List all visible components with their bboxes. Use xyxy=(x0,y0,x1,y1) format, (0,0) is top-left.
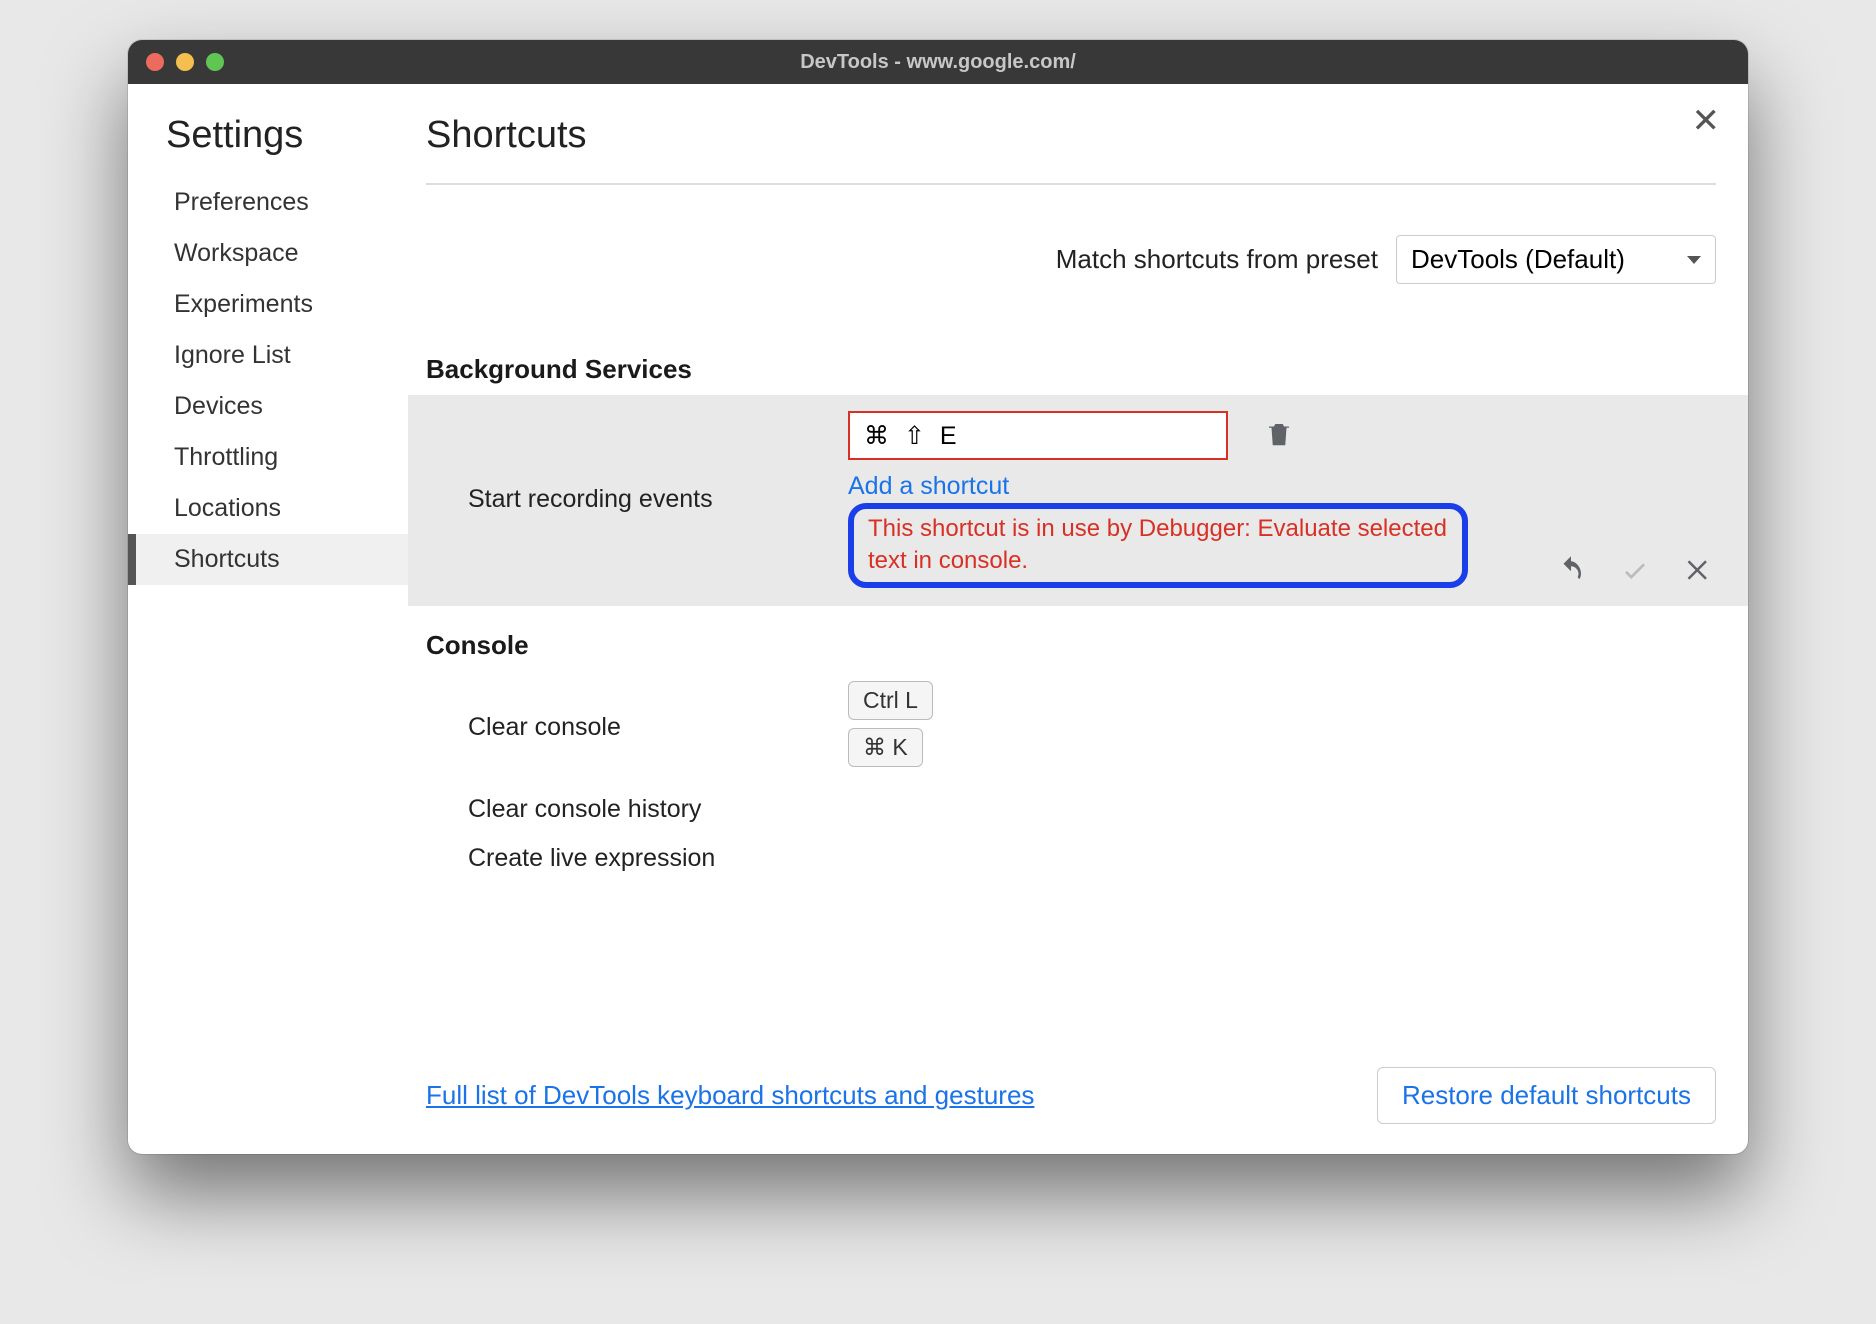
sidebar-item-shortcuts[interactable]: Shortcuts xyxy=(128,534,408,585)
settings-sidebar: Settings Preferences Workspace Experimen… xyxy=(128,84,408,1154)
action-label-clear-history: Clear console history xyxy=(468,795,848,824)
traffic-lights xyxy=(146,53,224,71)
undo-icon xyxy=(1556,573,1586,588)
section-header-console: Console xyxy=(426,630,1716,661)
restore-defaults-button[interactable]: Restore default shortcuts xyxy=(1377,1067,1716,1124)
close-icon xyxy=(1684,573,1714,588)
action-label-start-recording: Start recording events xyxy=(468,485,848,514)
titlebar: DevTools - www.google.com/ xyxy=(128,40,1748,84)
sidebar-item-preferences[interactable]: Preferences xyxy=(128,177,408,228)
action-row-create-live-expression[interactable]: Create live expression xyxy=(426,834,1716,883)
cancel-button[interactable] xyxy=(1682,553,1716,590)
window-minimize-button[interactable] xyxy=(176,53,194,71)
sidebar-item-throttling[interactable]: Throttling xyxy=(128,432,408,483)
check-icon xyxy=(1620,573,1650,588)
sidebar-item-workspace[interactable]: Workspace xyxy=(128,228,408,279)
revert-button[interactable] xyxy=(1554,553,1588,590)
shortcut-chips: Ctrl L ⌘ K xyxy=(848,681,941,775)
window-title: DevTools - www.google.com/ xyxy=(128,51,1748,74)
preset-value: DevTools (Default) xyxy=(1411,244,1625,274)
close-settings-button[interactable]: ✕ xyxy=(1692,104,1721,138)
sidebar-title: Settings xyxy=(128,114,408,177)
preset-select[interactable]: DevTools (Default) xyxy=(1396,235,1716,284)
preset-row: Match shortcuts from preset DevTools (De… xyxy=(426,235,1716,284)
sidebar-item-ignore-list[interactable]: Ignore List xyxy=(128,330,408,381)
sidebar-item-devices[interactable]: Devices xyxy=(128,381,408,432)
shortcut-chip: ⌘ K xyxy=(848,728,923,767)
chevron-down-icon xyxy=(1687,256,1701,264)
section-header-background-services: Background Services xyxy=(426,354,1716,385)
action-label-clear-console: Clear console xyxy=(468,713,848,742)
window-maximize-button[interactable] xyxy=(206,53,224,71)
preset-label: Match shortcuts from preset xyxy=(1056,244,1378,275)
shortcut-input[interactable] xyxy=(848,411,1228,460)
page-title: Shortcuts xyxy=(426,114,1716,185)
delete-shortcut-button[interactable] xyxy=(1260,415,1298,456)
action-row-clear-history[interactable]: Clear console history xyxy=(426,785,1716,834)
devtools-window: DevTools - www.google.com/ ✕ Settings Pr… xyxy=(128,40,1748,1154)
action-label-create-live-expression: Create live expression xyxy=(468,844,848,873)
action-row-clear-console[interactable]: Clear console Ctrl L ⌘ K xyxy=(426,671,1716,785)
window-close-button[interactable] xyxy=(146,53,164,71)
full-shortcuts-link[interactable]: Full list of DevTools keyboard shortcuts… xyxy=(426,1080,1034,1111)
shortcut-chip: Ctrl L xyxy=(848,681,933,720)
shortcut-editor: Start recording events Add a shortcut Th… xyxy=(408,395,1748,606)
confirm-button[interactable] xyxy=(1618,553,1652,590)
add-shortcut-link[interactable]: Add a shortcut xyxy=(848,472,1009,501)
sidebar-item-locations[interactable]: Locations xyxy=(128,483,408,534)
sidebar-item-experiments[interactable]: Experiments xyxy=(128,279,408,330)
trash-icon xyxy=(1264,437,1294,452)
shortcut-editor-actions xyxy=(1554,553,1716,590)
main-panel: Shortcuts Match shortcuts from preset De… xyxy=(408,84,1748,1154)
shortcut-conflict-error: This shortcut is in use by Debugger: Eva… xyxy=(848,503,1468,588)
footer: Full list of DevTools keyboard shortcuts… xyxy=(426,1037,1716,1124)
